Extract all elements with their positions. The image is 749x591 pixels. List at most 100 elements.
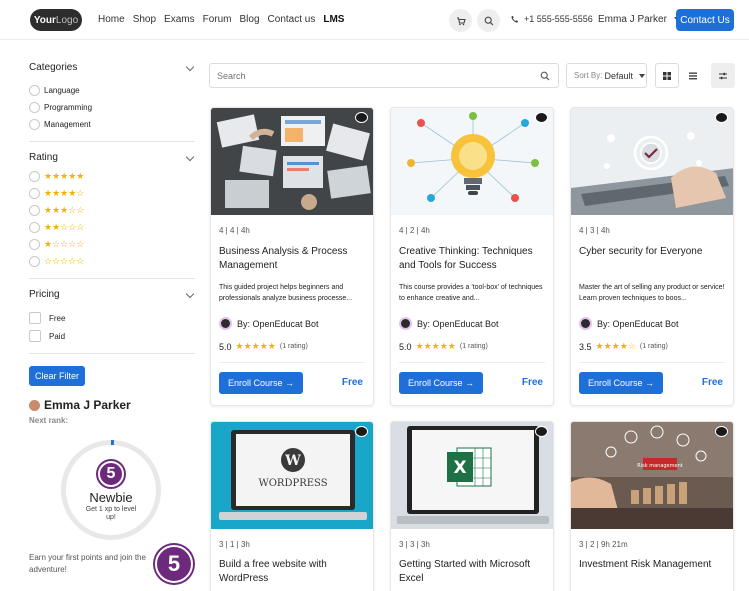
- course-card[interactable]: 4 | 4 | 4h Business Analysis & Process M…: [210, 107, 374, 406]
- radio-button[interactable]: [29, 171, 40, 182]
- course-image[interactable]: Risk management: [571, 422, 733, 529]
- category-option-management[interactable]: Management: [29, 116, 195, 133]
- radio-button[interactable]: [29, 188, 40, 199]
- course-card[interactable]: X 3 | 3 | 3h Getting Started with Micros…: [390, 421, 554, 591]
- list-view-button[interactable]: [681, 63, 705, 88]
- course-price: Free: [701, 377, 723, 388]
- course-image[interactable]: X: [391, 422, 553, 529]
- course-price: Free: [521, 377, 543, 388]
- rating-header[interactable]: Rating: [29, 152, 195, 166]
- star-rating: ★★☆☆☆: [44, 222, 85, 232]
- enroll-course-button[interactable]: Enroll Course →: [219, 372, 303, 394]
- chevron-down-icon: [185, 289, 195, 299]
- course-image[interactable]: [571, 108, 733, 215]
- course-image[interactable]: W WORDPRESS: [211, 422, 373, 529]
- rating-value: 5.0: [219, 341, 232, 352]
- chevron-down-icon: [638, 73, 645, 78]
- categories-header[interactable]: Categories: [29, 62, 195, 76]
- phone-link[interactable]: +1 555-555-5556: [511, 14, 593, 24]
- course-rating: 5.0 ★★★★★ (1 rating): [399, 341, 488, 352]
- checkbox[interactable]: [29, 312, 41, 324]
- course-card[interactable]: W WORDPRESS 3 | 1 | 3h Build a free webs…: [210, 421, 374, 591]
- sort-value: Default: [604, 70, 633, 81]
- radio-button[interactable]: [29, 102, 40, 113]
- top-navbar: Your Logo Home Shop Exams Forum Blog Cont…: [0, 0, 749, 40]
- search-icon: [484, 16, 493, 25]
- course-title[interactable]: Build a free website with WordPress: [219, 558, 369, 586]
- course-author: By: OpenEducat Bot: [579, 317, 679, 330]
- nav-shop[interactable]: Shop: [133, 14, 156, 25]
- pricing-option-free[interactable]: Free: [29, 309, 195, 327]
- logo-text-logo: Logo: [55, 14, 79, 26]
- rating-option-1[interactable]: ★☆☆☆☆: [29, 236, 195, 253]
- course-title[interactable]: Cyber security for Everyone: [579, 245, 729, 259]
- enroll-course-button[interactable]: Enroll Course →: [579, 372, 663, 394]
- category-label: Programming: [44, 103, 93, 112]
- user-menu[interactable]: Emma J Parker: [598, 14, 680, 25]
- radio-button[interactable]: [29, 205, 40, 216]
- excel-x-glyph: X: [453, 458, 466, 478]
- rating-option-3[interactable]: ★★★☆☆: [29, 202, 195, 219]
- rating-option-0[interactable]: ☆☆☆☆☆: [29, 253, 195, 270]
- header-search-button[interactable]: [477, 9, 500, 32]
- course-description: Master the art of selling any product or…: [579, 284, 725, 302]
- enroll-course-button[interactable]: Enroll Course →: [399, 372, 483, 394]
- course-card[interactable]: 4 | 3 | 4h Cyber security for Everyone M…: [570, 107, 734, 406]
- course-image[interactable]: [391, 108, 553, 215]
- radio-button[interactable]: [29, 239, 40, 250]
- course-title[interactable]: Getting Started with Microsoft Excel: [399, 558, 549, 586]
- course-image[interactable]: [211, 108, 373, 215]
- checkbox[interactable]: [29, 330, 41, 342]
- divider: [219, 362, 365, 363]
- search-input[interactable]: [210, 64, 530, 87]
- bear-icon: [535, 112, 548, 123]
- nav-lms[interactable]: LMS: [323, 14, 344, 25]
- cart-button[interactable]: [449, 9, 472, 32]
- radio-button[interactable]: [29, 256, 40, 267]
- nav-contact-us[interactable]: Contact us: [268, 14, 316, 25]
- course-rating: 5.0 ★★★★★ (1 rating): [219, 341, 308, 352]
- course-title[interactable]: Business Analysis & Process Management: [219, 245, 369, 273]
- category-option-programming[interactable]: Programming: [29, 99, 195, 116]
- pricing-header[interactable]: Pricing: [29, 289, 195, 303]
- radio-button[interactable]: [29, 222, 40, 233]
- course-meta-text: 3 | 2 | 9h 21m: [579, 540, 628, 549]
- rating-value: 5.0: [399, 341, 412, 352]
- contact-us-button[interactable]: Contact Us: [676, 9, 734, 31]
- pricing-option-paid[interactable]: Paid: [29, 327, 195, 345]
- course-meta: 4 | 2 | 4h: [399, 226, 430, 235]
- course-card[interactable]: Risk management 3 | 2 | 9h 21m Investmen…: [570, 421, 734, 591]
- current-level-badge: 5: [155, 545, 193, 583]
- phone-icon: [511, 15, 519, 23]
- course-card[interactable]: 4 | 2 | 4h Creative Thinking: Techniques…: [390, 107, 554, 406]
- grid-view-button[interactable]: [655, 63, 679, 88]
- nav-blog[interactable]: Blog: [240, 14, 260, 25]
- rating-option-5[interactable]: ★★★★★: [29, 168, 195, 185]
- earn-points-text: Earn your first points and join the adve…: [29, 553, 146, 574]
- course-title[interactable]: Investment Risk Management: [579, 558, 729, 572]
- search-icon[interactable]: [540, 71, 550, 81]
- rating-option-4[interactable]: ★★★★☆: [29, 185, 195, 202]
- bot-avatar-icon: [219, 317, 232, 330]
- category-option-language[interactable]: Language: [29, 82, 195, 99]
- main-nav: Home Shop Exams Forum Blog Contact us LM…: [98, 14, 344, 25]
- rating-stars: ★★★★☆: [595, 341, 636, 351]
- nav-home[interactable]: Home: [98, 14, 125, 25]
- radio-button[interactable]: [29, 119, 40, 130]
- rating-count: (1 rating): [279, 343, 308, 350]
- radio-button[interactable]: [29, 85, 40, 96]
- chevron-down-icon: [185, 152, 195, 162]
- filter-toggle-button[interactable]: [711, 63, 735, 88]
- site-logo[interactable]: Your Logo: [30, 9, 82, 31]
- nav-forum[interactable]: Forum: [203, 14, 232, 25]
- sort-dropdown[interactable]: Sort By: Default: [566, 63, 647, 88]
- rating-option-2[interactable]: ★★☆☆☆: [29, 219, 195, 236]
- course-title[interactable]: Creative Thinking: Techniques and Tools …: [399, 245, 549, 273]
- course-description: This guided project helps beginners and …: [219, 284, 353, 302]
- rating-count: (1 rating): [459, 343, 488, 350]
- risk-label: Risk management: [637, 463, 682, 469]
- nav-exams[interactable]: Exams: [164, 14, 195, 25]
- rating-count: (1 rating): [639, 343, 668, 350]
- rank-user-name: Emma J Parker: [44, 398, 131, 412]
- clear-filter-button[interactable]: Clear Filter: [29, 366, 85, 386]
